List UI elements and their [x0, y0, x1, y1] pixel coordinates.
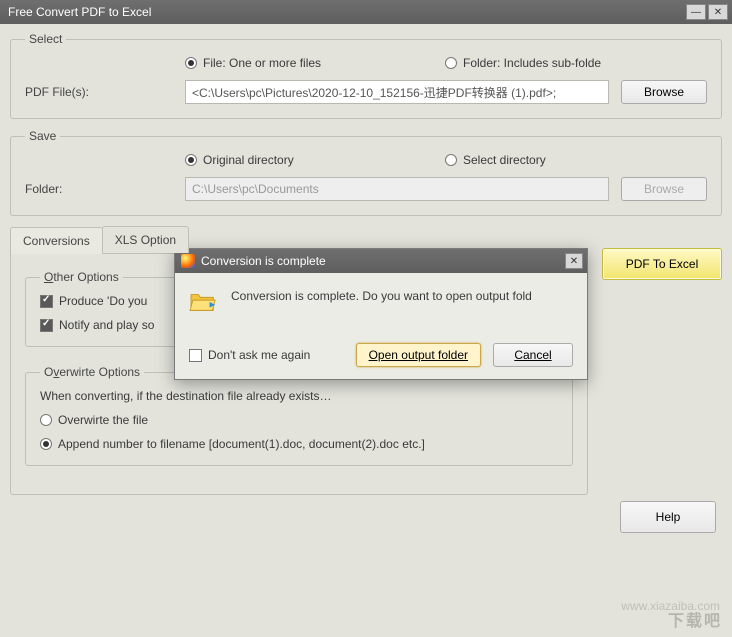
overwrite-options-group: Overwirte Options When converting, if th…	[25, 365, 573, 466]
browse-folder-button: Browse	[621, 177, 707, 201]
conversion-complete-dialog: Conversion is complete ✕ Conversion is c…	[174, 248, 588, 380]
dialog-title: Conversion is complete	[201, 254, 565, 268]
overwrite-desc: When converting, if the destination file…	[40, 389, 331, 403]
radio-file-label: File: One or more files	[203, 56, 321, 70]
dialog-message: Conversion is complete. Do you want to o…	[231, 289, 532, 315]
radio-append-label: Append number to filename [document(1).d…	[58, 437, 425, 451]
watermark-text: 下载吧	[668, 607, 722, 631]
minimize-button[interactable]: —	[686, 4, 706, 20]
title-bar: Free Convert PDF to Excel — ✕	[0, 0, 732, 24]
pdf-files-label: PDF File(s):	[25, 85, 185, 99]
tab-bar: Conversions XLS Option	[10, 226, 588, 253]
check-produce-label: Produce 'Do you	[59, 294, 147, 308]
radio-orig-label: Original directory	[203, 153, 294, 167]
radio-folder-label: Folder: Includes sub-folde	[463, 56, 601, 70]
folder-input	[185, 177, 609, 201]
check-notify-label: Notify and play so	[59, 318, 154, 332]
radio-overwrite-label: Overwirte the file	[58, 413, 148, 427]
window-title: Free Convert PDF to Excel	[8, 5, 684, 19]
radio-select-label: Select directory	[463, 153, 546, 167]
save-group: Save Original directory Select directory…	[10, 129, 722, 216]
folder-open-icon	[189, 289, 219, 315]
check-produce[interactable]: Produce 'Do you	[40, 294, 147, 308]
open-output-folder-button[interactable]: Open output folder	[356, 343, 481, 367]
close-button[interactable]: ✕	[708, 4, 728, 20]
dialog-close-button[interactable]: ✕	[565, 253, 583, 269]
overwrite-legend: Overwirte Options	[40, 365, 144, 379]
check-dont-ask[interactable]: Don't ask me again	[189, 348, 310, 362]
save-legend: Save	[25, 129, 60, 143]
radio-orig-dir[interactable]: Original directory	[185, 153, 445, 167]
other-options-legend: OOther Optionsther Options	[40, 270, 123, 284]
pdf-to-excel-button[interactable]: PDF To Excel	[602, 248, 722, 280]
radio-folder[interactable]: Folder: Includes sub-folde	[445, 56, 601, 70]
radio-append-number[interactable]: Append number to filename [document(1).d…	[40, 437, 425, 451]
folder-label: Folder:	[25, 182, 185, 196]
check-dont-ask-label: Don't ask me again	[208, 348, 310, 362]
browse-pdf-button[interactable]: Browse	[621, 80, 707, 104]
radio-overwrite-file[interactable]: Overwirte the file	[40, 413, 148, 427]
radio-select-dir[interactable]: Select directory	[445, 153, 546, 167]
pdf-files-input[interactable]	[185, 80, 609, 104]
select-legend: Select	[25, 32, 66, 46]
select-group: Select File: One or more files Folder: I…	[10, 32, 722, 119]
check-notify[interactable]: Notify and play so	[40, 318, 154, 332]
radio-file[interactable]: File: One or more files	[185, 56, 445, 70]
cancel-button[interactable]: Cancel	[493, 343, 573, 367]
help-button[interactable]: Help	[620, 501, 716, 533]
app-icon	[181, 254, 195, 268]
tab-xls-options[interactable]: XLS Option	[102, 226, 189, 253]
tab-conversions[interactable]: Conversions	[10, 227, 103, 254]
